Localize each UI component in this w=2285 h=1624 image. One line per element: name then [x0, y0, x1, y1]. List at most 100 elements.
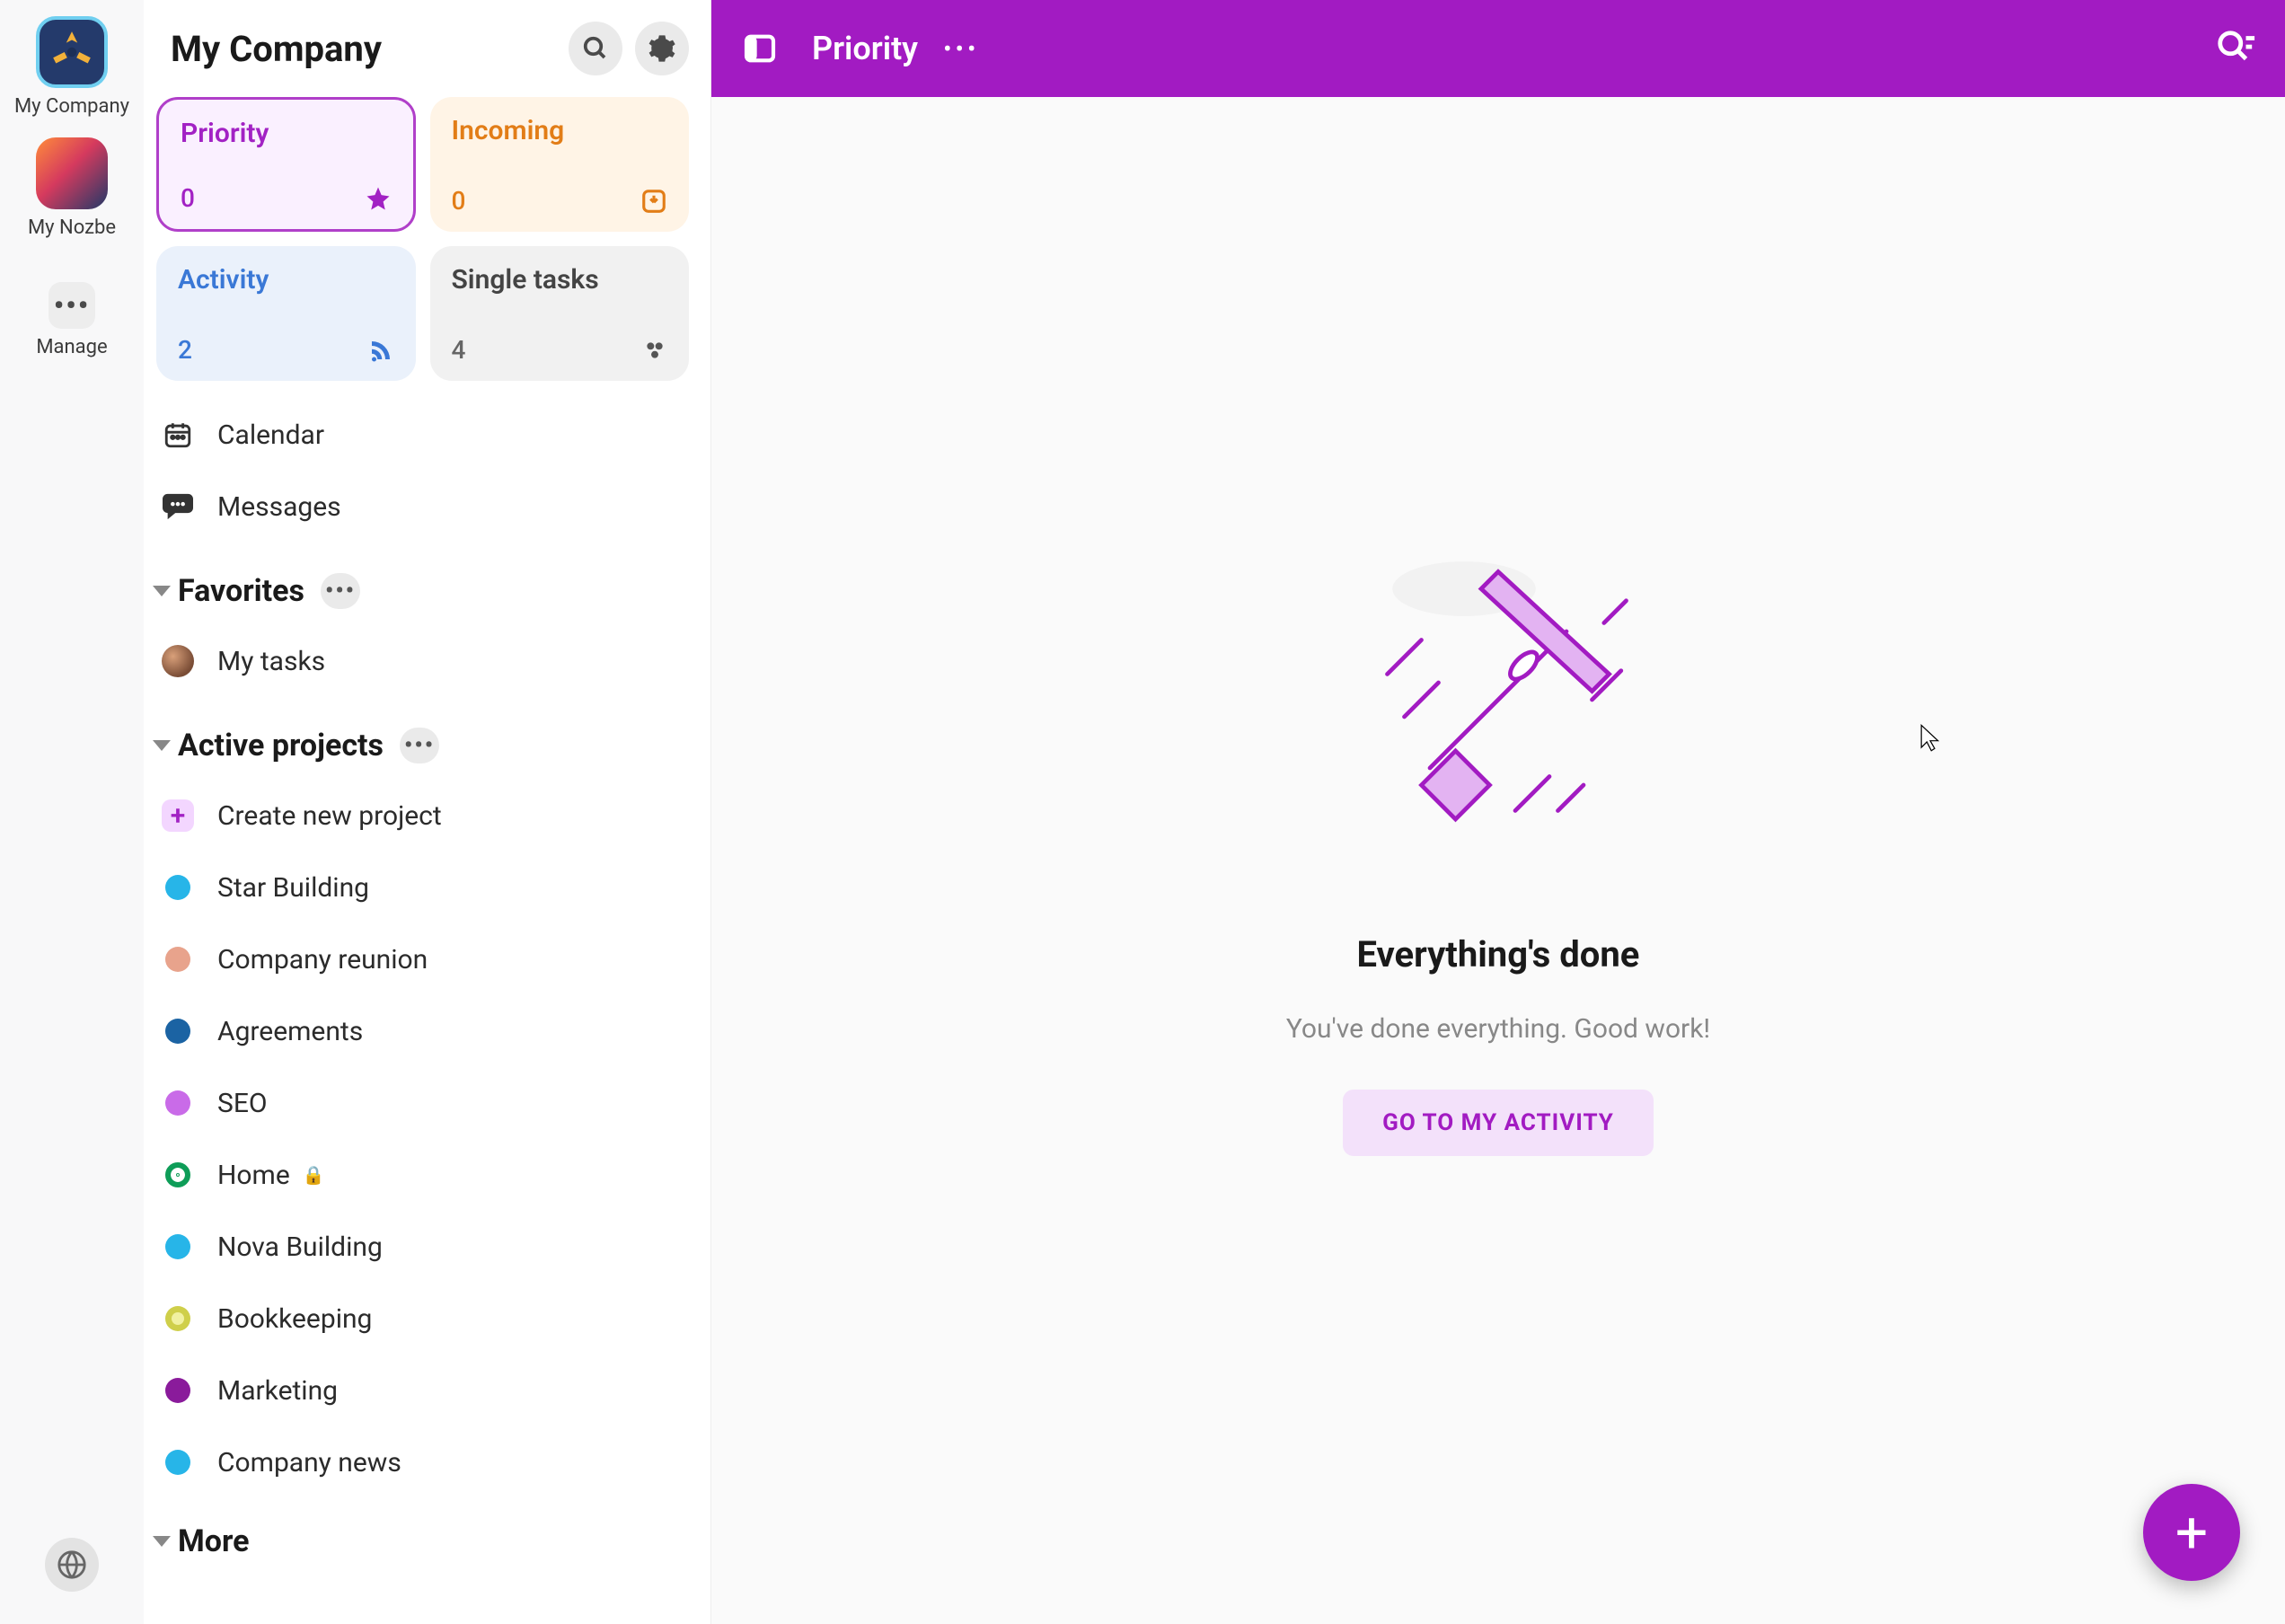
workspace-nozbe-icon	[36, 137, 108, 209]
panel-icon	[742, 31, 778, 66]
topbar-filter-button[interactable]	[2215, 28, 2256, 69]
project-color-dot	[165, 1378, 190, 1403]
topbar-more-button[interactable]: •••	[943, 34, 979, 64]
workspace-company-label: My Company	[14, 95, 129, 118]
project-label: Home	[217, 1160, 290, 1191]
workspace-nozbe-label: My Nozbe	[28, 216, 116, 239]
main-panel: Priority •••	[711, 0, 2285, 1624]
search-filter-icon	[2215, 28, 2256, 69]
gear-icon	[648, 34, 676, 63]
project-color-dot	[165, 1306, 190, 1331]
globe-icon	[57, 1549, 87, 1580]
add-task-fab[interactable]: +	[2143, 1484, 2240, 1581]
card-activity-count: 2	[178, 335, 192, 365]
section-favorites-title: Favorites	[178, 573, 304, 609]
project-label: Bookkeeping	[217, 1303, 372, 1335]
star-icon	[365, 185, 392, 212]
section-more[interactable]: More	[156, 1507, 694, 1575]
go-to-activity-button[interactable]: GO TO MY ACTIVITY	[1343, 1090, 1654, 1156]
chevron-down-icon	[153, 1536, 171, 1547]
nav-calendar[interactable]: Calendar	[156, 399, 694, 471]
project-color-dot	[165, 875, 190, 900]
project-color-dot	[165, 1162, 190, 1187]
empty-state: Everything's done You've done everything…	[1286, 529, 1710, 1156]
card-priority-title: Priority	[181, 118, 392, 149]
topbar-title: Priority	[812, 30, 918, 67]
chevron-down-icon	[153, 740, 171, 751]
project-item[interactable]: Bookkeeping	[156, 1283, 694, 1355]
content: Everything's done You've done everything…	[711, 97, 2285, 1624]
workspace-my-nozbe[interactable]: My Nozbe	[0, 132, 144, 253]
nav-messages-label: Messages	[217, 491, 341, 523]
card-single-count: 4	[452, 335, 466, 365]
project-label: Company news	[217, 1447, 401, 1478]
nav-messages[interactable]: Messages	[156, 471, 694, 543]
section-active-projects[interactable]: Active projects •••	[156, 711, 694, 780]
project-color-dot	[165, 1090, 190, 1116]
workspace-manage[interactable]: ••• Manage	[0, 277, 144, 373]
project-label: Nova Building	[217, 1231, 383, 1263]
active-more-button[interactable]: •••	[400, 728, 439, 763]
card-single-title: Single tasks	[452, 264, 668, 296]
sidebar-title: My Company	[171, 28, 556, 70]
messages-icon	[160, 489, 196, 525]
project-color-dot	[165, 1234, 190, 1259]
project-label: Star Building	[217, 872, 369, 904]
collapse-sidebar-button[interactable]	[740, 29, 780, 68]
project-label: SEO	[217, 1088, 268, 1119]
inbox-icon	[640, 188, 667, 215]
card-single-tasks[interactable]: Single tasks 4	[430, 246, 690, 381]
workspace-company-icon	[36, 16, 108, 88]
search-button[interactable]	[569, 22, 622, 75]
sidebar: My Company Priority 0	[144, 0, 711, 1624]
project-item[interactable]: Star Building	[156, 852, 694, 923]
project-list: Star Building Company reunion Agreements SE…	[156, 852, 694, 1498]
card-activity-title: Activity	[178, 264, 394, 296]
project-label: Company reunion	[217, 944, 428, 975]
project-label: Agreements	[217, 1016, 363, 1047]
section-active-title: Active projects	[178, 728, 384, 763]
settings-button[interactable]	[635, 22, 689, 75]
sidebar-header: My Company	[144, 0, 710, 97]
project-item[interactable]: SEO	[156, 1067, 694, 1139]
project-color-dot	[165, 947, 190, 972]
favorites-more-button[interactable]: •••	[321, 573, 360, 609]
plus-icon: +	[2175, 1499, 2208, 1567]
create-project-button[interactable]: + Create new project	[156, 780, 694, 852]
summary-cards: Priority 0 Incoming 0	[156, 97, 694, 381]
section-favorites[interactable]: Favorites •••	[156, 557, 694, 625]
empty-title: Everything's done	[1357, 933, 1640, 975]
project-item[interactable]: Home 🔒	[156, 1139, 694, 1211]
card-incoming[interactable]: Incoming 0	[430, 97, 690, 232]
project-item[interactable]: Nova Building	[156, 1211, 694, 1283]
workspace-rail: My Company My Nozbe ••• Manage	[0, 0, 144, 1624]
avatar-icon	[162, 645, 194, 677]
calendar-icon	[160, 417, 196, 453]
empty-subtitle: You've done everything. Good work!	[1286, 1013, 1710, 1045]
globe-button[interactable]	[45, 1538, 99, 1592]
workspace-my-company[interactable]: My Company	[0, 11, 144, 132]
project-item[interactable]: Agreements	[156, 995, 694, 1067]
project-item[interactable]: Marketing	[156, 1355, 694, 1426]
project-label: Marketing	[217, 1375, 338, 1407]
project-color-dot	[165, 1019, 190, 1044]
workspace-manage-label: Manage	[36, 336, 107, 358]
search-icon	[582, 35, 609, 62]
airplane-illustration	[1328, 529, 1669, 870]
sidebar-scroll[interactable]: Priority 0 Incoming 0	[144, 97, 710, 1624]
section-more-title: More	[178, 1523, 249, 1559]
favorite-my-tasks[interactable]: My tasks	[156, 625, 694, 697]
create-project-label: Create new project	[217, 800, 442, 832]
card-incoming-count: 0	[452, 186, 466, 216]
chevron-down-icon	[153, 586, 171, 596]
plus-icon: +	[162, 799, 194, 832]
rss-icon	[367, 337, 394, 364]
card-incoming-title: Incoming	[452, 115, 668, 146]
lock-icon: 🔒	[303, 1164, 325, 1186]
card-activity[interactable]: Activity 2	[156, 246, 416, 381]
card-priority[interactable]: Priority 0	[156, 97, 416, 232]
project-item[interactable]: Company news	[156, 1426, 694, 1498]
dots-cluster-icon	[642, 338, 667, 363]
project-item[interactable]: Company reunion	[156, 923, 694, 995]
favorite-my-tasks-label: My tasks	[217, 646, 325, 677]
